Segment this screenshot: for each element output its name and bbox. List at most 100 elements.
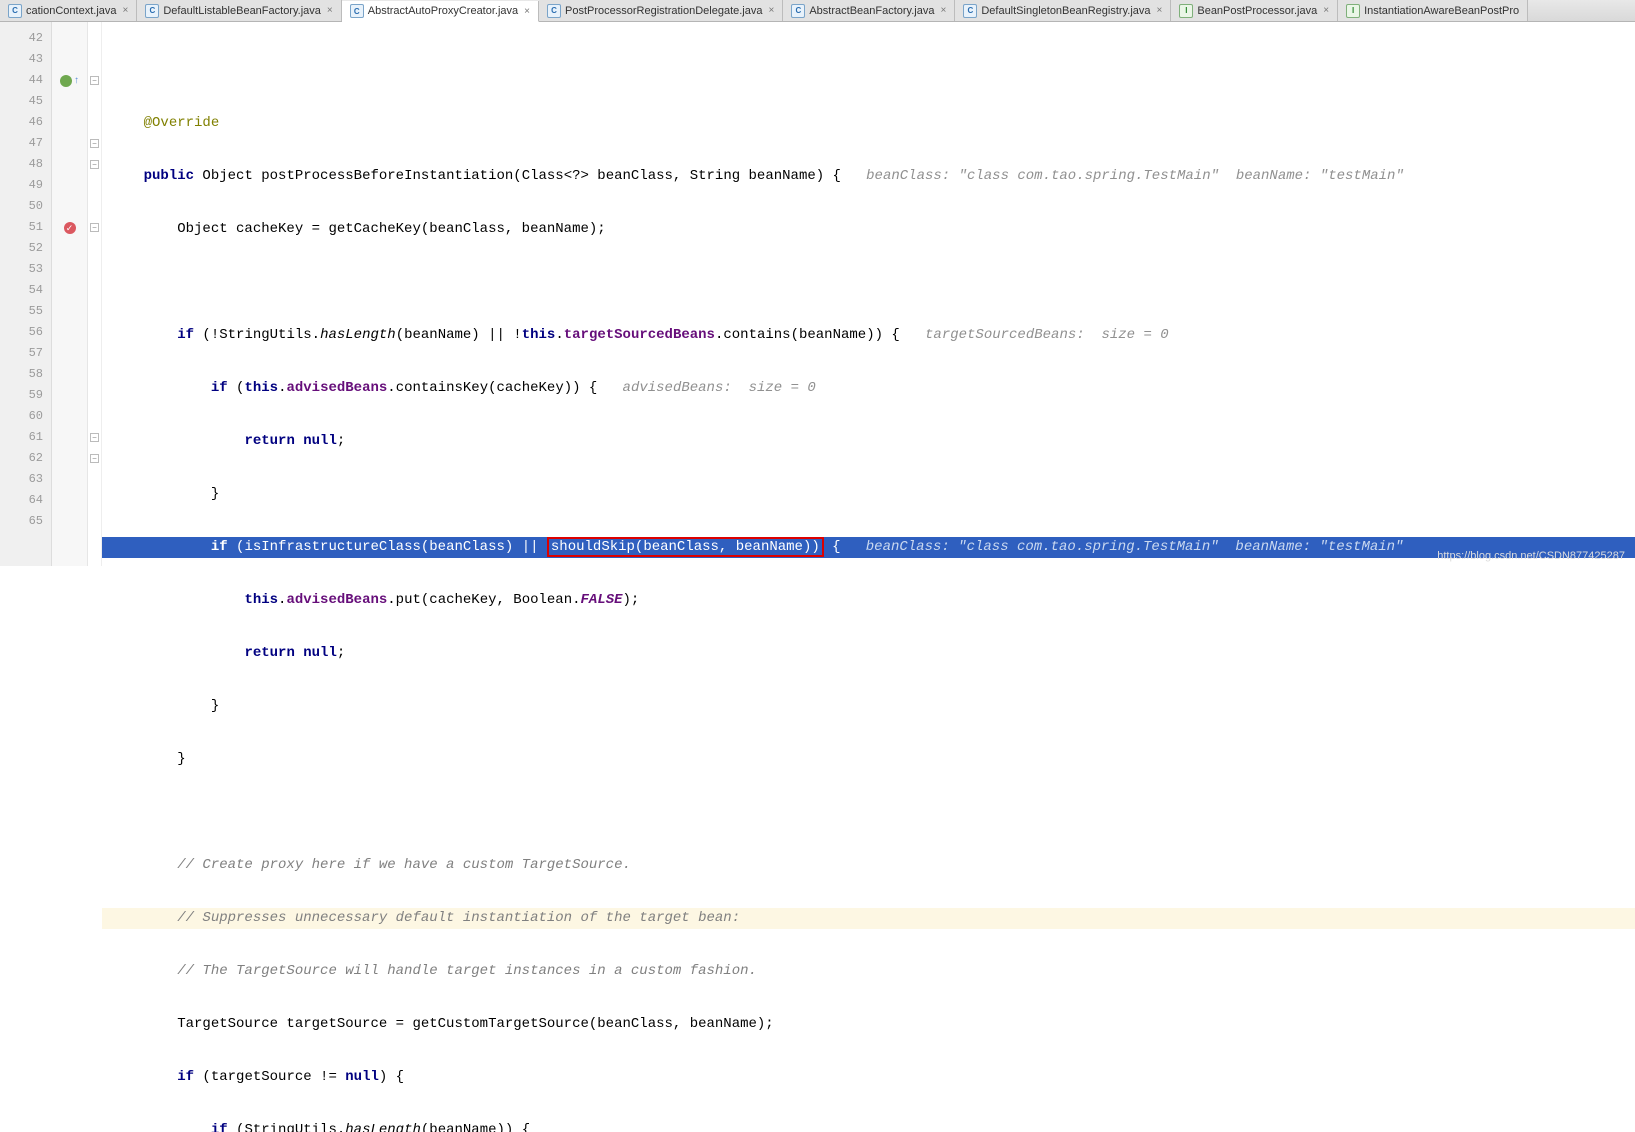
fold-cell xyxy=(88,343,101,364)
marker-cell xyxy=(52,196,87,217)
fold-cell: − xyxy=(88,217,101,238)
code-line: TargetSource targetSource = getCustomTar… xyxy=(102,1014,1635,1035)
fold-cell xyxy=(88,364,101,385)
interface-icon: I xyxy=(1346,4,1360,18)
up-arrow-icon: ↑ xyxy=(74,75,79,86)
line-number: 44 xyxy=(0,70,51,91)
line-number: 59 xyxy=(0,385,51,406)
fold-toggle[interactable]: − xyxy=(90,454,99,463)
code-line: @Override xyxy=(102,113,1635,134)
fold-cell xyxy=(88,511,101,532)
close-icon[interactable]: × xyxy=(769,5,775,16)
code-line xyxy=(102,60,1635,81)
marker-cell xyxy=(52,448,87,469)
class-icon: C xyxy=(791,4,805,18)
code-line xyxy=(102,272,1635,293)
fold-cell: − xyxy=(88,133,101,154)
code-line-current: if (isInfrastructureClass(beanClass) || … xyxy=(102,537,1635,558)
code-line: public Object postProcessBeforeInstantia… xyxy=(102,166,1635,187)
marker-cell xyxy=(52,322,87,343)
breakpoint-icon[interactable] xyxy=(64,222,76,234)
override-icon[interactable] xyxy=(60,75,72,87)
class-icon: C xyxy=(8,4,22,18)
editor-tabs: CcationContext.java × C DefaultListableBean… xyxy=(0,0,1635,22)
fold-cell: − xyxy=(88,70,101,91)
line-number: 54 xyxy=(0,280,51,301)
line-number: 51 xyxy=(0,217,51,238)
close-icon[interactable]: × xyxy=(940,5,946,16)
line-number: 48 xyxy=(0,154,51,175)
fold-cell xyxy=(88,322,101,343)
marker-cell xyxy=(52,364,87,385)
close-icon[interactable]: × xyxy=(524,6,530,17)
marker-cell xyxy=(52,490,87,511)
editor-tab[interactable]: CcationContext.java × xyxy=(0,0,137,21)
marker-cell xyxy=(52,112,87,133)
line-number: 55 xyxy=(0,301,51,322)
line-number: 58 xyxy=(0,364,51,385)
editor-tab[interactable]: CDefaultSingletonBeanRegistry.java× xyxy=(955,0,1171,21)
marker-gutter: ↑ xyxy=(52,22,88,566)
fold-cell xyxy=(88,28,101,49)
code-line: // The TargetSource will handle target i… xyxy=(102,961,1635,982)
editor-tab[interactable]: CPostProcessorRegistrationDelegate.java× xyxy=(539,0,783,21)
fold-cell: − xyxy=(88,154,101,175)
marker-cell xyxy=(52,28,87,49)
line-number: 52 xyxy=(0,238,51,259)
line-number: 47 xyxy=(0,133,51,154)
code-line: if (targetSource != null) { xyxy=(102,1067,1635,1088)
close-icon[interactable]: × xyxy=(123,5,129,16)
line-number: 64 xyxy=(0,490,51,511)
marker-cell xyxy=(52,427,87,448)
fold-cell xyxy=(88,91,101,112)
fold-toggle[interactable]: − xyxy=(90,223,99,232)
code-line: Object cacheKey = getCacheKey(beanClass,… xyxy=(102,219,1635,240)
tab-label: AbstractBeanFactory.java xyxy=(809,5,934,17)
fold-cell xyxy=(88,385,101,406)
editor-tab[interactable]: IInstantiationAwareBeanPostPro xyxy=(1338,0,1528,21)
fold-cell xyxy=(88,490,101,511)
marker-cell xyxy=(52,217,87,238)
fold-cell xyxy=(88,238,101,259)
line-number: 65 xyxy=(0,511,51,532)
line-number: 49 xyxy=(0,175,51,196)
tab-label: cationContext.java xyxy=(26,5,117,17)
class-icon: C xyxy=(963,4,977,18)
fold-toggle[interactable]: − xyxy=(90,139,99,148)
fold-cell xyxy=(88,259,101,280)
fold-cell: − xyxy=(88,427,101,448)
fold-cell xyxy=(88,280,101,301)
code-line xyxy=(102,802,1635,823)
editor-tab[interactable]: CAbstractAutoProxyCreator.java× xyxy=(342,1,539,22)
editor-tab[interactable]: CDefaultListableBeanFactory.java× xyxy=(137,0,341,21)
fold-cell xyxy=(88,175,101,196)
code-area[interactable]: @Override public Object postProcessBefor… xyxy=(102,22,1635,566)
fold-toggle[interactable]: − xyxy=(90,433,99,442)
marker-cell xyxy=(52,469,87,490)
close-icon[interactable]: × xyxy=(1157,5,1163,16)
code-line: // Suppresses unnecessary default instan… xyxy=(102,908,1635,929)
marker-cell xyxy=(52,133,87,154)
close-icon[interactable]: × xyxy=(327,5,333,16)
fold-toggle[interactable]: − xyxy=(90,160,99,169)
line-number: 45 xyxy=(0,91,51,112)
fold-cell xyxy=(88,301,101,322)
class-icon: C xyxy=(547,4,561,18)
marker-cell xyxy=(52,301,87,322)
tab-label: DefaultListableBeanFactory.java xyxy=(163,5,321,17)
line-number: 57 xyxy=(0,343,51,364)
marker-cell xyxy=(52,49,87,70)
marker-cell xyxy=(52,280,87,301)
fold-toggle[interactable]: − xyxy=(90,76,99,85)
line-number: 60 xyxy=(0,406,51,427)
fold-cell: − xyxy=(88,448,101,469)
marker-cell xyxy=(52,511,87,532)
close-icon[interactable]: × xyxy=(1323,5,1329,16)
editor-tab[interactable]: IBeanPostProcessor.java× xyxy=(1171,0,1338,21)
line-number: 61 xyxy=(0,427,51,448)
code-editor: 4243444546474849505152535455565758596061… xyxy=(0,22,1635,566)
code-line: if (this.advisedBeans.containsKey(cacheK… xyxy=(102,378,1635,399)
editor-tab[interactable]: C AbstractBeanFactory.java × xyxy=(783,0,955,21)
fold-cell xyxy=(88,112,101,133)
line-number: 46 xyxy=(0,112,51,133)
